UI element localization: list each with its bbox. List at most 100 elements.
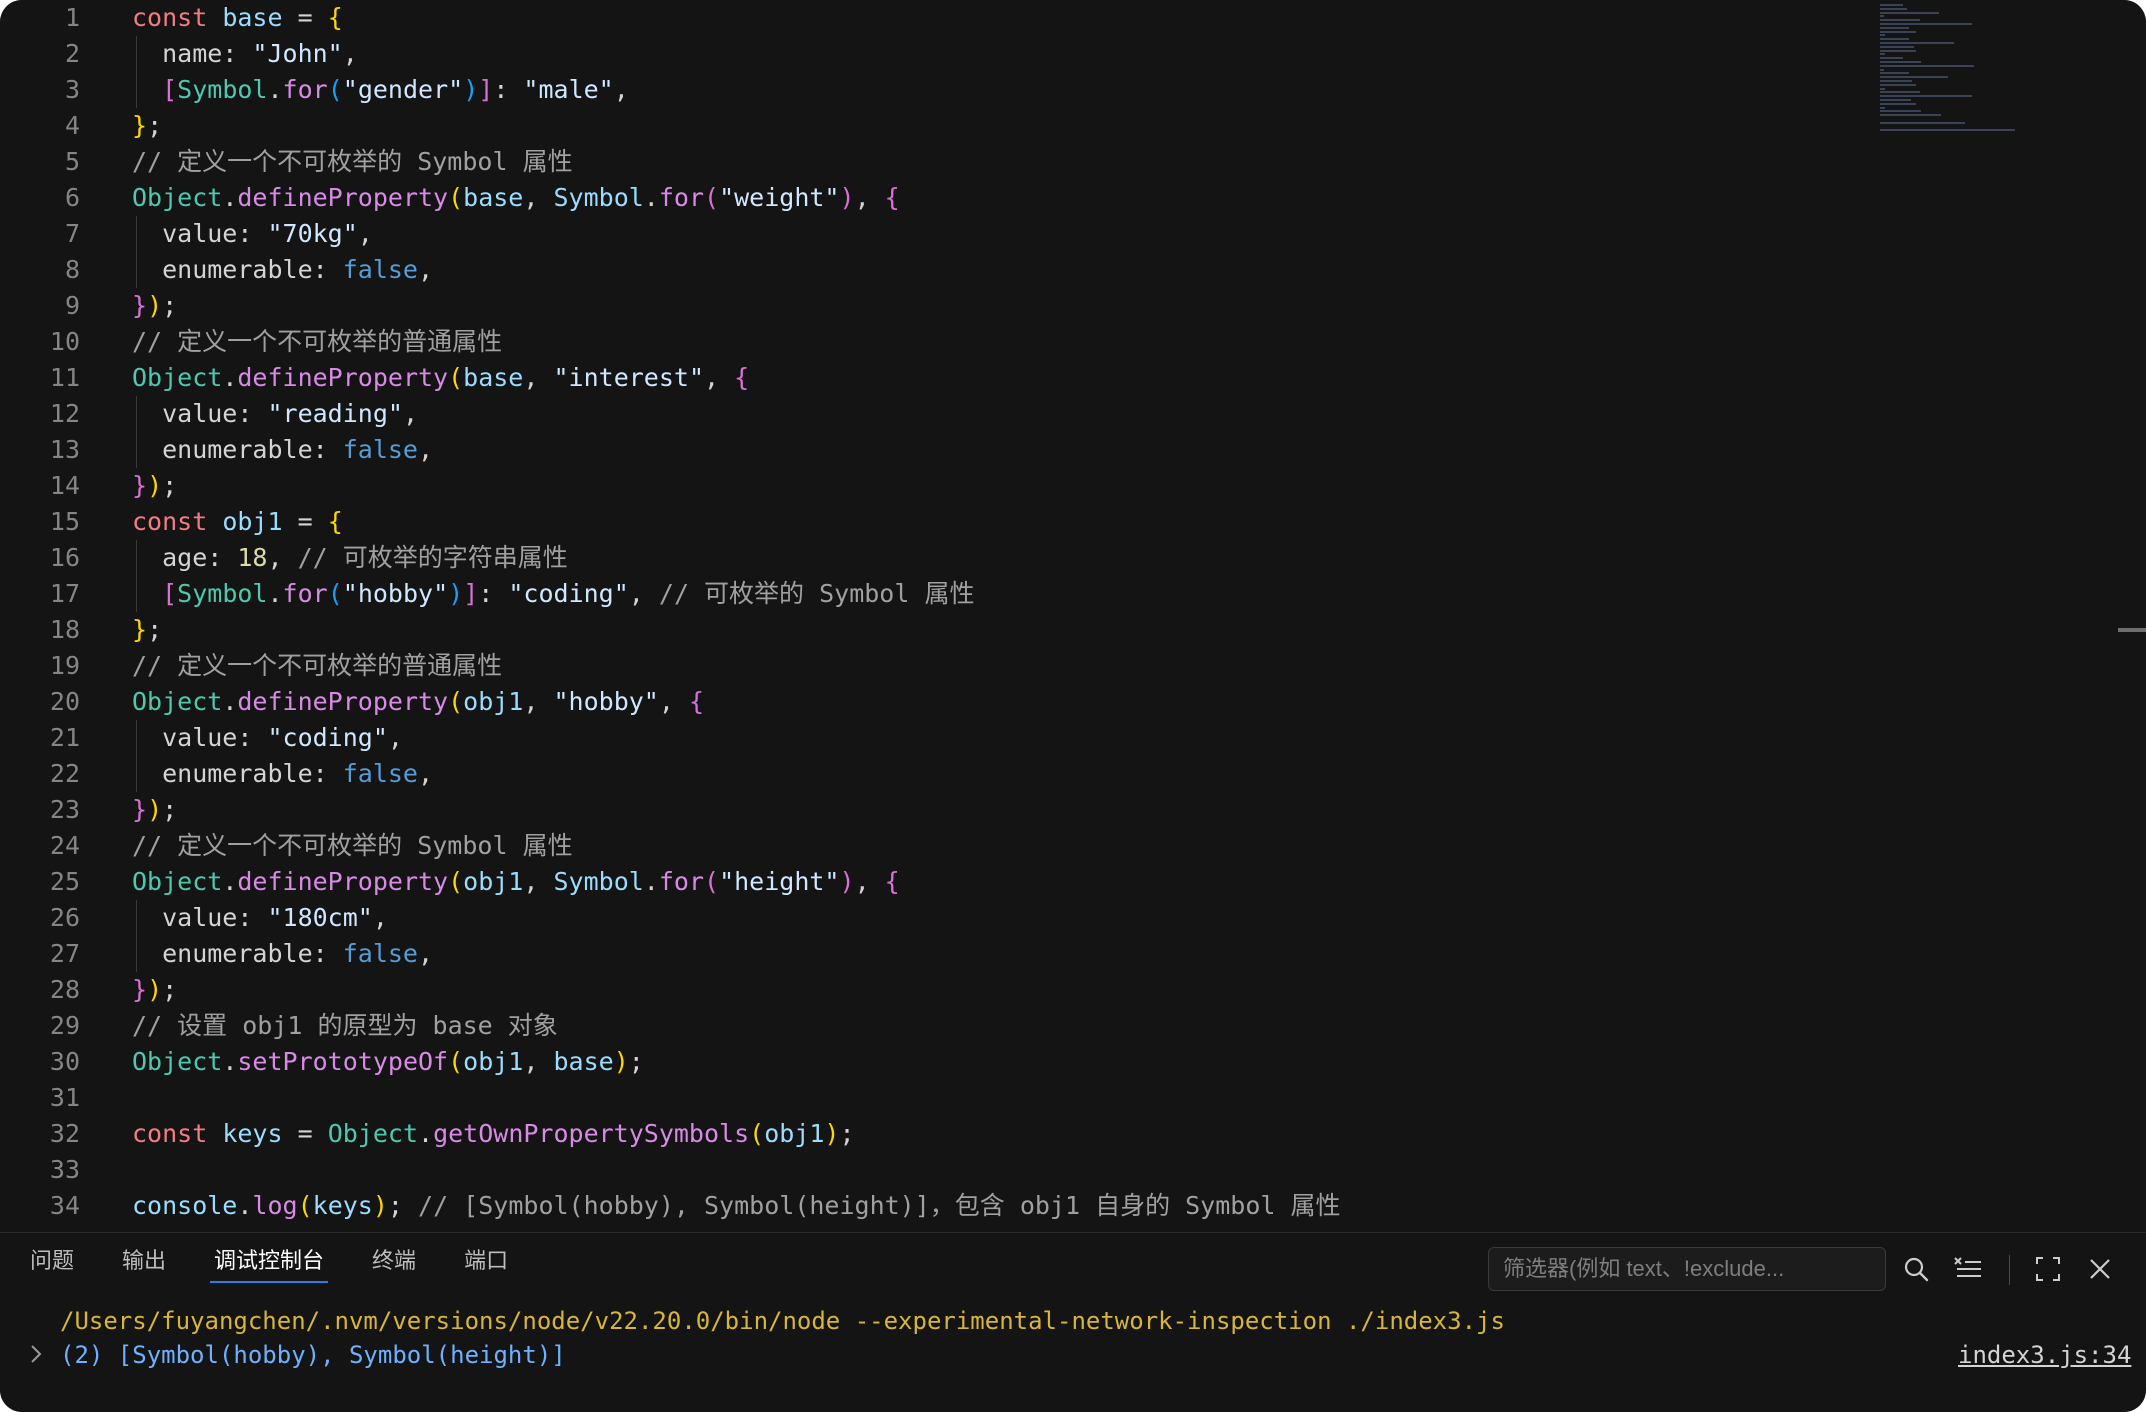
code-token: } xyxy=(132,795,148,824)
code-editor[interactable]: 1 const base = {2 name: "John", 3 [Symbol.… xyxy=(0,0,2146,1232)
line-source: // 定义一个不可枚举的 Symbol 属性 xyxy=(132,144,573,180)
code-token: , xyxy=(628,579,659,608)
minimap-row xyxy=(1880,102,1916,105)
line-number: 22 xyxy=(49,759,80,788)
code-line[interactable]: 17 [Symbol.for("hobby")]: "coding", // 可… xyxy=(0,576,2100,612)
code-line[interactable]: 30 Object.setPrototypeOf(obj1, base); xyxy=(0,1044,2100,1080)
line-number: 5 xyxy=(64,147,80,176)
code-token: { xyxy=(884,183,900,212)
code-line[interactable]: 20 Object.defineProperty(obj1, "hobby", { xyxy=(0,684,2100,720)
code-line[interactable]: 28}); xyxy=(0,972,2100,1008)
code-token: ; xyxy=(162,471,178,500)
code-token: Object xyxy=(132,363,223,392)
minimap-row xyxy=(1880,129,2015,132)
code-token: false xyxy=(342,255,418,284)
maximize-panel-button[interactable] xyxy=(2032,1253,2064,1285)
code-line[interactable]: 32 const keys = Object.getOwnPropertySymb… xyxy=(0,1116,2100,1152)
code-line[interactable]: 2 name: "John", xyxy=(0,36,2100,72)
code-line[interactable]: 24 // 定义一个不可枚举的 Symbol 属性 xyxy=(0,828,2100,864)
tab-problems[interactable]: 问题 xyxy=(30,1233,74,1289)
code-line[interactable]: 6 Object.defineProperty(base, Symbol.for(… xyxy=(0,180,2100,216)
tab-ports[interactable]: 端口 xyxy=(464,1233,508,1289)
code-token: obj1 xyxy=(764,1119,825,1148)
expand-output-toggle[interactable] xyxy=(28,1343,44,1370)
code-line[interactable]: 29 // 设置 obj1 的原型为 base 对象 xyxy=(0,1008,2100,1044)
code-token: for xyxy=(282,75,328,104)
code-line[interactable]: 14}); xyxy=(0,468,2100,504)
code-token: , xyxy=(402,399,418,428)
code-line[interactable]: 27 enumerable: false, xyxy=(0,936,2100,972)
code-token: Object xyxy=(132,867,223,896)
code-token: ) xyxy=(463,75,479,104)
line-number: 6 xyxy=(64,183,80,212)
code-line[interactable]: 9}); xyxy=(0,288,2100,324)
code-line[interactable]: 34 console.log(keys); // [Symbol(hobby), … xyxy=(0,1188,2100,1224)
code-line[interactable]: 21 value: "coding", xyxy=(0,720,2100,756)
code-line[interactable]: 25 Object.defineProperty(obj1, Symbol.for… xyxy=(0,864,2100,900)
line-number: 7 xyxy=(64,219,80,248)
code-line[interactable]: 3 [Symbol.for("gender")]: "male", xyxy=(0,72,2100,108)
code-line[interactable]: 31 xyxy=(0,1080,2100,1116)
code-line[interactable]: 12 value: "reading", xyxy=(0,396,2100,432)
code-line[interactable]: 10 // 定义一个不可枚举的普通属性 xyxy=(0,324,2100,360)
code-token: "John" xyxy=(252,39,343,68)
code-line[interactable]: 13 enumerable: false, xyxy=(0,432,2100,468)
code-token: , xyxy=(613,75,629,104)
tab-debug-console[interactable]: 调试控制台 xyxy=(210,1233,329,1289)
search-button[interactable] xyxy=(1900,1253,1932,1285)
line-source: Object.defineProperty(obj1, "hobby", { xyxy=(132,684,704,720)
code-token: ) xyxy=(147,975,163,1004)
line-source: }); xyxy=(132,792,177,828)
code-line[interactable]: 4}; xyxy=(0,108,2100,144)
code-token: "height" xyxy=(719,867,840,896)
line-source: value: "70kg", xyxy=(132,216,373,252)
code-line[interactable]: 23}); xyxy=(0,792,2100,828)
line-number: 25 xyxy=(49,867,80,896)
line-source: const base = { xyxy=(132,0,343,36)
code-token: ; xyxy=(147,111,163,140)
code-line[interactable]: 11 Object.defineProperty(base, "interest"… xyxy=(0,360,2100,396)
line-source: [Symbol.for("gender")]: "male", xyxy=(132,72,629,108)
code-token: "hobby" xyxy=(553,687,659,716)
code-line[interactable]: 1 const base = { xyxy=(0,0,2100,36)
minimap[interactable] xyxy=(1880,0,2060,140)
code-line[interactable]: 26 value: "180cm", xyxy=(0,900,2100,936)
minimap-row xyxy=(1880,61,1922,63)
code-token: "weight" xyxy=(719,183,840,212)
code-line[interactable]: 8 enumerable: false, xyxy=(0,252,2100,288)
code-token: Object xyxy=(132,687,223,716)
code-line[interactable]: 33 xyxy=(0,1152,2100,1188)
code-token: name: xyxy=(132,39,253,68)
code-token: // 定义一个不可枚举的 Symbol 属性 xyxy=(132,147,573,176)
filter-input[interactable] xyxy=(1488,1247,1886,1291)
code-line[interactable]: 22 enumerable: false, xyxy=(0,756,2100,792)
code-token: ( xyxy=(749,1119,765,1148)
source-location-link[interactable]: index3.js:34 xyxy=(1958,1339,2131,1371)
tab-output[interactable]: 输出 xyxy=(122,1233,166,1289)
close-panel-button[interactable] xyxy=(2084,1253,2116,1285)
search-icon xyxy=(1904,1257,1929,1282)
code-token: , xyxy=(267,543,298,572)
line-number: 11 xyxy=(49,363,80,392)
code-token: . xyxy=(643,867,659,896)
code-line[interactable]: 15 const obj1 = { xyxy=(0,504,2100,540)
code-token: defineProperty xyxy=(237,363,449,392)
code-token: , xyxy=(523,687,554,716)
code-line[interactable]: 16 age: 18, // 可枚举的字符串属性 xyxy=(0,540,2100,576)
line-number: 18 xyxy=(49,615,80,644)
clear-console-button[interactable] xyxy=(1952,1253,1984,1285)
code-line[interactable]: 19 // 定义一个不可枚举的普通属性 xyxy=(0,648,2100,684)
scrollbar-position-marker[interactable] xyxy=(2118,628,2146,632)
code-token: , xyxy=(854,183,885,212)
code-line[interactable]: 5 // 定义一个不可枚举的 Symbol 属性 xyxy=(0,144,2100,180)
code-token: , xyxy=(417,255,434,284)
console-output-line[interactable]: (2) [Symbol(hobby), Symbol(height)] xyxy=(60,1339,566,1371)
line-number: 29 xyxy=(49,1011,80,1040)
tab-terminal[interactable]: 终端 xyxy=(372,1233,416,1289)
code-lines[interactable]: 1 const base = {2 name: "John", 3 [Symbol.… xyxy=(0,0,2100,1224)
code-line[interactable]: 18}; xyxy=(0,612,2100,648)
code-token: "interest" xyxy=(553,363,704,392)
code-token: getOwnPropertySymbols xyxy=(433,1119,750,1148)
code-line[interactable]: 7 value: "70kg", xyxy=(0,216,2100,252)
